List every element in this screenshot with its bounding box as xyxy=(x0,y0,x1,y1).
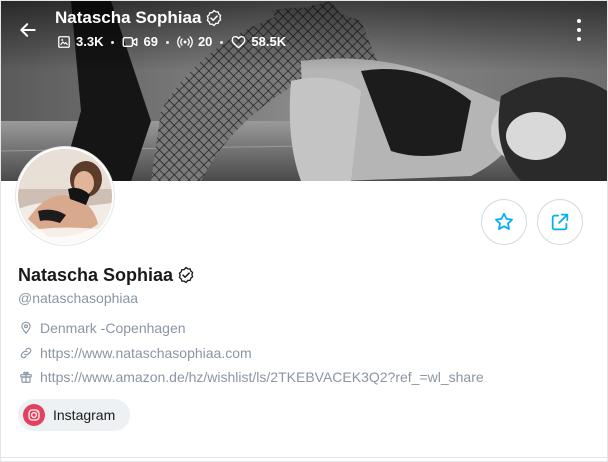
profile-name: Natascha Sophiaa xyxy=(18,263,195,287)
map-pin-icon xyxy=(18,320,34,336)
stat-videos-value: 69 xyxy=(143,34,158,49)
stat-separator xyxy=(165,40,169,44)
location-text: Denmark -Copenhagen xyxy=(40,320,186,336)
add-to-favorites-button[interactable] xyxy=(481,199,527,245)
broadcast-icon xyxy=(177,36,193,48)
arrow-left-icon xyxy=(20,23,36,37)
location-row: Denmark -Copenhagen xyxy=(18,319,186,337)
star-icon xyxy=(495,212,513,230)
stat-streams-value: 20 xyxy=(197,34,213,49)
profile-name-text: Natascha Sophiaa xyxy=(18,265,174,285)
instagram-icon xyxy=(23,404,45,426)
wishlist-row: https://www.amazon.de/hz/wishlist/ls/2TK… xyxy=(18,368,484,386)
avatar-photo xyxy=(18,149,112,243)
image-icon xyxy=(58,36,70,48)
share-button[interactable] xyxy=(537,199,583,245)
cover-name: Natascha Sophiaa xyxy=(55,8,202,27)
stat-photos-value: 3.3K xyxy=(76,34,104,49)
heart-icon xyxy=(231,36,246,49)
stat-separator xyxy=(220,40,224,44)
profile-handle: @nataschasophiaa xyxy=(18,290,139,306)
divider xyxy=(1,457,607,458)
cover-title: Natascha Sophiaa xyxy=(55,7,223,29)
cover-image: Natascha Sophiaa 3.3K 69 20 58.5K xyxy=(1,1,607,181)
verified-badge-icon xyxy=(178,266,194,284)
stat-separator xyxy=(111,40,115,44)
stat-likes-value: 58.5K xyxy=(251,34,287,49)
website-row: https://www.nataschasophiaa.com xyxy=(18,344,252,362)
share-icon xyxy=(551,213,569,231)
stat-likes[interactable]: 58.5K xyxy=(231,33,286,51)
link-icon xyxy=(18,345,34,361)
cover-stats: 3.3K 69 20 58.5K xyxy=(57,33,286,51)
video-icon xyxy=(123,37,138,47)
stat-videos[interactable]: 69 xyxy=(122,33,158,51)
verified-badge-icon xyxy=(207,9,222,27)
website-link[interactable]: https://www.nataschasophiaa.com xyxy=(40,344,252,362)
stat-photos[interactable]: 3.3K xyxy=(57,33,103,51)
wishlist-link[interactable]: https://www.amazon.de/hz/wishlist/ls/2TK… xyxy=(40,368,484,386)
more-vertical-icon xyxy=(577,19,581,23)
back-button[interactable] xyxy=(15,17,41,43)
instagram-label: Instagram xyxy=(53,407,116,423)
more-options-button[interactable] xyxy=(571,19,587,41)
stat-streams[interactable]: 20 xyxy=(177,33,212,51)
gift-icon xyxy=(18,369,34,385)
instagram-link-button[interactable]: Instagram xyxy=(18,399,131,431)
profile-page: Natascha Sophiaa 3.3K 69 20 58.5K Natasc… xyxy=(0,0,608,462)
avatar[interactable] xyxy=(16,147,114,245)
